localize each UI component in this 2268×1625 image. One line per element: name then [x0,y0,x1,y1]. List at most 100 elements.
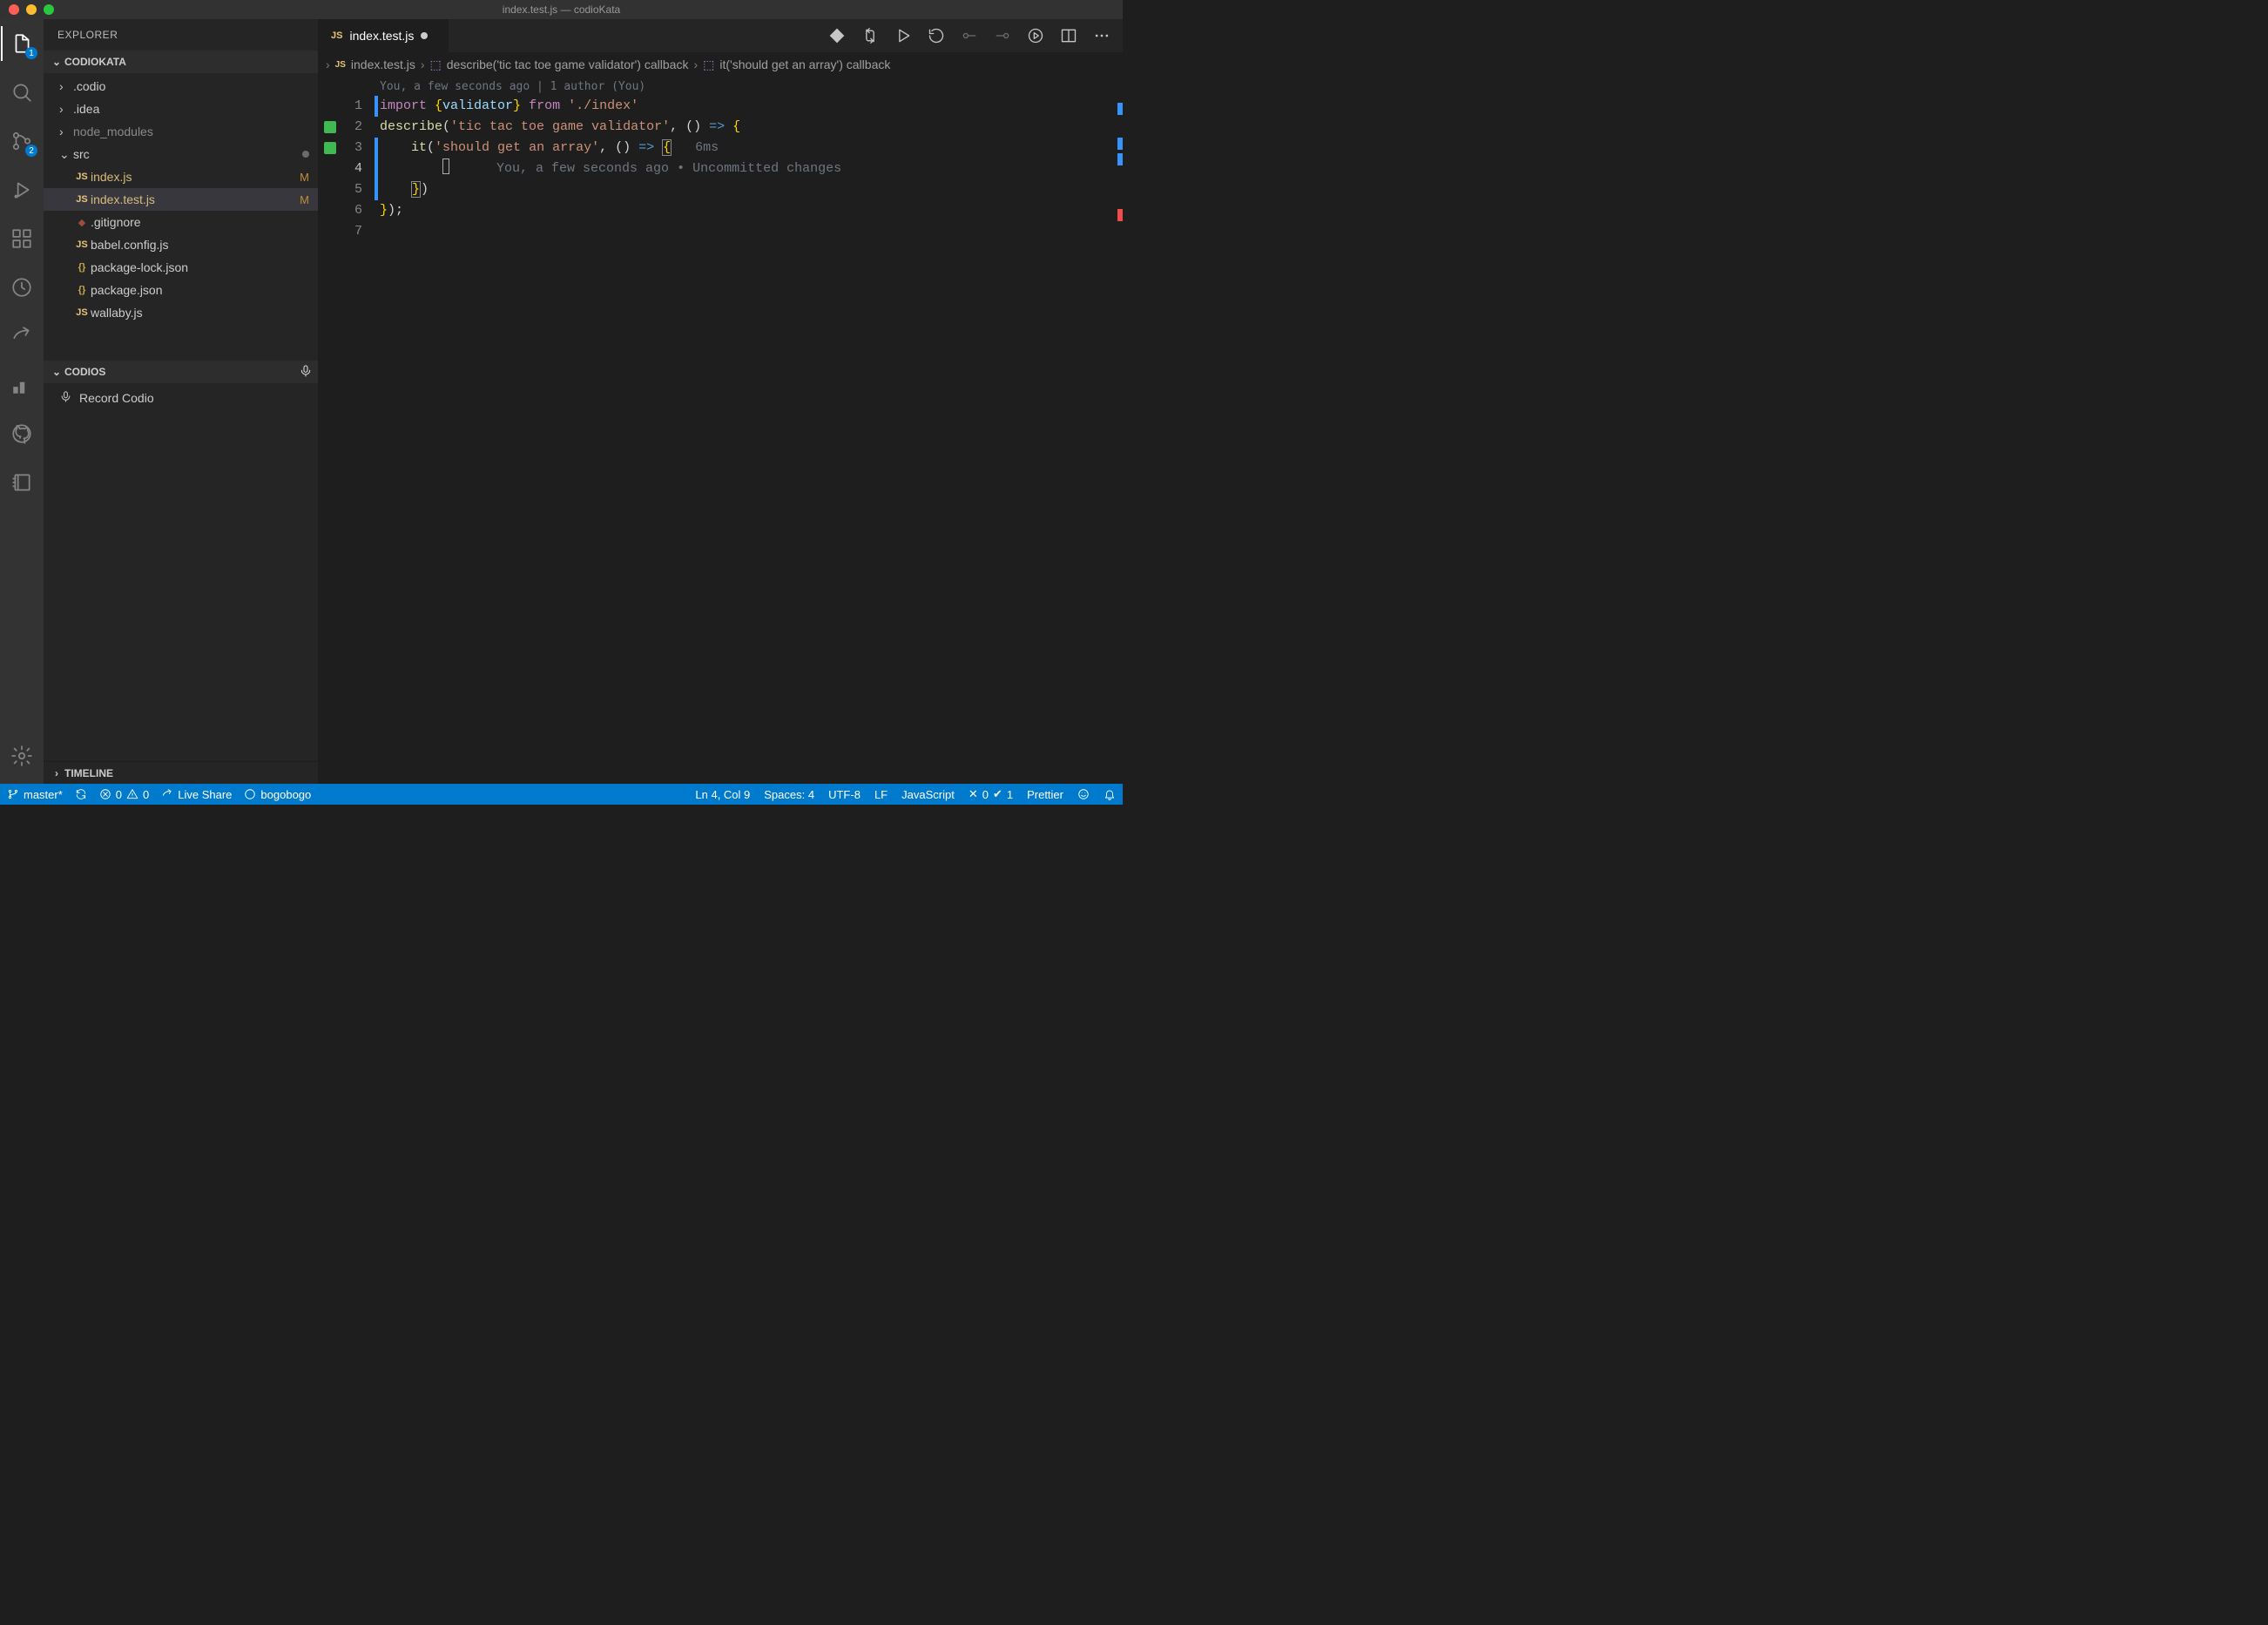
activity-bar: 1 2 [0,19,44,784]
breadcrumb[interactable]: › JS index.test.js › ⬚ describe('tic tac… [319,52,1123,77]
run-tests-icon[interactable] [1027,27,1044,44]
file-label: wallaby.js [91,306,318,320]
revert-icon[interactable] [928,27,945,44]
file-package-lock[interactable]: {} package-lock.json [44,256,318,279]
wallaby-activity[interactable] [1,270,43,305]
language-mode-status[interactable]: JavaScript [901,788,955,801]
code-token: './index' [568,98,638,113]
github-activity[interactable] [1,416,43,451]
github-user-status[interactable]: bogobogo [244,788,311,801]
eol-status[interactable]: LF [874,788,888,801]
file-index-test-js[interactable]: JS index.test.js M [44,188,318,211]
file-label: .gitignore [91,215,318,229]
file-gitignore[interactable]: ◆ .gitignore [44,211,318,233]
search-activity[interactable] [1,75,43,110]
github-user-label: bogobogo [260,788,311,801]
file-label: package.json [91,283,318,297]
json-file-icon: {} [73,285,91,295]
codios-section-header[interactable]: ⌄ CODIOS [44,361,318,383]
js-file-icon: JS [335,60,346,70]
folder-label: .idea [73,102,318,116]
debug-activity[interactable] [1,172,43,207]
prettier-status[interactable]: Prettier [1027,788,1063,801]
indentation-status[interactable]: Spaces: 4 [764,788,814,801]
code-token: { [427,98,442,113]
chevron-right-icon: › [49,767,64,779]
folder-codio[interactable]: › .codio [44,75,318,98]
code-editor[interactable]: 1 2 3 4 5 6 7 import {validator} from '.… [319,96,1123,784]
more-actions-icon[interactable] [1093,27,1110,44]
tab-index-test[interactable]: JS index.test.js [319,19,449,52]
record-codio-item[interactable]: Record Codio [44,387,318,409]
code-token: 'tic tac toe game validator' [450,119,670,134]
line-number: 7 [336,221,375,242]
git-authorship-lens[interactable]: You, a few seconds ago | 1 author (You) [319,77,1123,96]
test-timing: 6ms [695,140,719,155]
chevron-down-icon: ⌄ [59,147,73,162]
breadcrumb-file[interactable]: JS index.test.js [335,57,415,71]
js-file-icon: JS [73,307,91,318]
stats-activity[interactable] [1,367,43,402]
file-tree: › .codio › .idea › node_modules ⌄ src [44,73,318,326]
run-icon[interactable] [894,27,912,44]
source-control-activity[interactable]: 2 [1,124,43,158]
git-blame-inline: You, a few seconds ago • Uncommitted cha… [496,161,841,176]
file-index-js[interactable]: JS index.js M [44,165,318,188]
feedback-icon[interactable] [1077,788,1090,800]
code-token: from [521,98,568,113]
folder-label: node_modules [73,125,318,138]
folder-idea[interactable]: › .idea [44,98,318,120]
line-number: 2 [336,117,375,138]
git-branch-status[interactable]: master* [7,788,63,801]
cursor-position-status[interactable]: Ln 4, Col 9 [695,788,750,801]
live-share-status[interactable]: Live Share [161,788,232,801]
codios-header-label: CODIOS [64,366,105,378]
file-label: package-lock.json [91,260,318,274]
line-number: 5 [336,179,375,200]
breadcrumb-describe[interactable]: ⬚ describe('tic tac toe game validator')… [430,57,689,72]
scm-badge: 2 [25,145,37,157]
code-token: it [411,140,427,155]
compare-changes-icon[interactable] [861,27,879,44]
notebook-activity[interactable] [1,465,43,500]
encoding-status[interactable]: UTF-8 [828,788,861,801]
breadcrumb-label: describe('tic tac toe game validator') c… [447,57,689,71]
split-editor-icon[interactable] [1060,27,1077,44]
file-wallaby[interactable]: JS wallaby.js [44,301,318,324]
problems-status[interactable]: 0 0 [99,788,149,801]
folder-src[interactable]: ⌄ src [44,143,318,165]
breadcrumb-it[interactable]: ⬚ it('should get an array') callback [703,57,890,72]
test-results-status[interactable]: ✕ 0 ✔ 1 [969,787,1013,801]
code-token: describe [380,119,442,134]
prettier-icon[interactable] [828,27,846,44]
prev-change-icon[interactable] [961,27,978,44]
file-babel-config[interactable]: JS babel.config.js [44,233,318,256]
chevron-right-icon: › [421,57,425,71]
chevron-right-icon: › [59,125,73,138]
microphone-icon [59,390,72,406]
extensions-activity[interactable] [1,221,43,256]
next-change-icon[interactable] [994,27,1011,44]
gutter: 1 2 3 4 5 6 7 [319,96,378,784]
notifications-icon[interactable] [1104,788,1116,800]
project-section-header[interactable]: ⌄ CODIOKATA [44,51,318,73]
explorer-badge: 1 [25,47,37,59]
line-number: 6 [336,200,375,221]
minimap[interactable] [1070,96,1123,784]
timeline-section-header[interactable]: › TIMELINE [44,761,318,784]
share-activity[interactable] [1,319,43,354]
microphone-icon[interactable] [299,364,313,381]
settings-gear-icon[interactable] [1,738,43,773]
sidebar-title: EXPLORER [44,19,318,51]
code-content[interactable]: import {validator} from './index' descri… [380,96,1110,242]
coverage-marker-icon [324,121,336,133]
line-number: 4 [336,158,375,179]
sync-status[interactable] [75,788,87,800]
folder-node-modules[interactable]: › node_modules [44,120,318,143]
sidebar: EXPLORER ⌄ CODIOKATA › .codio › .idea › … [44,19,319,784]
file-package-json[interactable]: {} package.json [44,279,318,301]
branch-name: master* [24,788,63,801]
chevron-right-icon: › [59,102,73,116]
symbol-method-icon: ⬚ [703,57,714,72]
explorer-activity[interactable]: 1 [1,26,43,61]
